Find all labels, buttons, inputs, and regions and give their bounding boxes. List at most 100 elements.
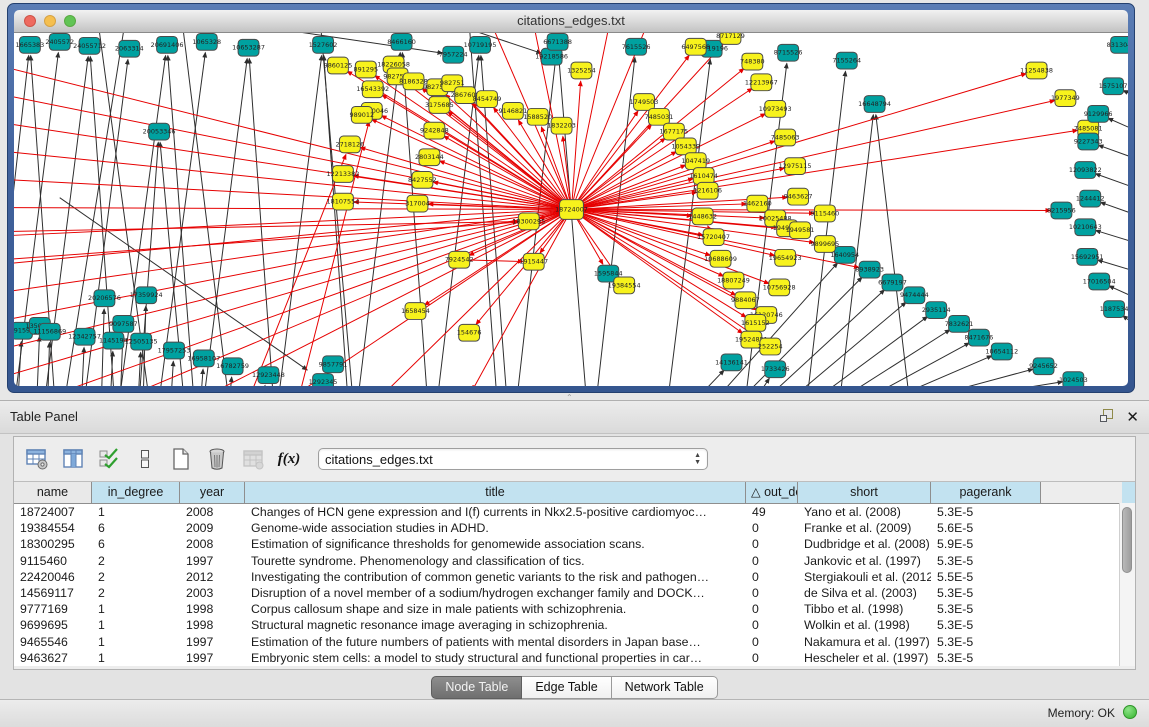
cell-out_degree[interactable]: 0 bbox=[746, 617, 798, 633]
vertical-scrollbar[interactable] bbox=[1119, 503, 1135, 666]
cell-name[interactable]: 9463627 bbox=[14, 650, 92, 666]
function-builder-icon[interactable]: f(x) bbox=[276, 446, 302, 472]
graph-node[interactable]: 1749503 bbox=[630, 94, 659, 111]
graph-node[interactable]: 6671388 bbox=[543, 33, 572, 50]
citation-edge-black[interactable] bbox=[1108, 118, 1128, 133]
graph-node[interactable]: 8466160 bbox=[387, 33, 416, 50]
graph-node[interactable]: 1733426 bbox=[761, 361, 790, 378]
citation-edge-red[interactable] bbox=[571, 210, 774, 256]
graph-node[interactable]: 8313044 bbox=[1107, 36, 1128, 53]
citation-edge-black[interactable] bbox=[790, 302, 906, 386]
citation-edge-black[interactable] bbox=[180, 33, 228, 386]
table-settings-icon[interactable] bbox=[24, 446, 50, 472]
cell-in_degree[interactable]: 1 bbox=[92, 650, 180, 666]
graph-node[interactable]: 1024503 bbox=[1059, 372, 1088, 386]
citation-edge-black[interactable] bbox=[1098, 260, 1128, 274]
citation-edge-red[interactable] bbox=[385, 210, 571, 387]
graph-node[interactable]: 10654112 bbox=[985, 343, 1018, 360]
graph-node[interactable]: 1658454 bbox=[401, 303, 430, 320]
graph-node[interactable]: 8471676 bbox=[965, 329, 994, 346]
cell-year[interactable]: 1997 bbox=[180, 553, 245, 569]
citation-edge-black[interactable] bbox=[168, 56, 194, 386]
graph-node[interactable]: 9115460 bbox=[811, 205, 840, 222]
graph-node[interactable]: 7485063 bbox=[771, 129, 800, 146]
graph-node[interactable]: 7832621 bbox=[945, 315, 974, 332]
cell-name[interactable]: 9699695 bbox=[14, 617, 92, 633]
graph-node[interactable]: 9463627 bbox=[784, 188, 813, 205]
table-row[interactable]: 946554611997Estimation of the future num… bbox=[14, 634, 1135, 650]
graph-node[interactable]: 8454749 bbox=[473, 91, 502, 108]
cell-out_degree[interactable]: 49 bbox=[746, 504, 798, 520]
citation-edge-red[interactable] bbox=[14, 208, 571, 210]
graph-node[interactable]: 1610474 bbox=[689, 168, 718, 185]
graph-node[interactable]: 8715526 bbox=[774, 44, 803, 61]
cell-title[interactable]: Corpus callosum shape and size in male p… bbox=[245, 601, 746, 617]
table-selector-dropdown[interactable]: citations_edges.txt ▲▼ bbox=[318, 448, 708, 470]
cell-out_degree[interactable]: 0 bbox=[746, 601, 798, 617]
citation-edge-red[interactable] bbox=[14, 62, 571, 209]
graph-node[interactable]: 2063314 bbox=[115, 40, 144, 57]
table-row[interactable]: 946362711997Embryonic stem cells: a mode… bbox=[14, 650, 1135, 666]
cell-in_degree[interactable]: 6 bbox=[92, 536, 180, 552]
graph-node[interactable]: 14136141 bbox=[715, 354, 748, 371]
show-columns-icon[interactable] bbox=[60, 446, 86, 472]
cell-pagerank[interactable]: 5.3E-5 bbox=[931, 650, 1041, 666]
tab-edge-table[interactable]: Edge Table bbox=[522, 676, 611, 699]
cell-name[interactable]: 9115460 bbox=[14, 553, 92, 569]
tab-node-table[interactable]: Node Table bbox=[431, 676, 522, 699]
cell-name[interactable]: 9777169 bbox=[14, 601, 92, 617]
graph-node[interactable]: 15692951 bbox=[1071, 248, 1104, 265]
cell-pagerank[interactable]: 5.3E-5 bbox=[931, 634, 1041, 650]
cell-short[interactable]: Tibbo et al. (1998) bbox=[798, 601, 931, 617]
graph-node[interactable]: 8215956 bbox=[1047, 202, 1076, 219]
cell-title[interactable]: Investigating the contribution of common… bbox=[245, 569, 746, 585]
cell-title[interactable]: Genome-wide association studies in ADHD. bbox=[245, 520, 746, 536]
cell-name[interactable]: 19384554 bbox=[14, 520, 92, 536]
citation-edge-red[interactable] bbox=[472, 210, 571, 387]
graph-node[interactable]: 12505135 bbox=[125, 333, 158, 350]
zoom-window-button[interactable] bbox=[64, 15, 76, 27]
citation-edge-black[interactable] bbox=[1123, 316, 1128, 331]
cell-out_degree[interactable]: 0 bbox=[746, 520, 798, 536]
citation-edge-black[interactable] bbox=[865, 343, 970, 386]
graph-node[interactable]: 15720407 bbox=[697, 229, 730, 246]
column-header-title[interactable]: title bbox=[245, 482, 746, 503]
citation-edge-black[interactable] bbox=[48, 343, 50, 386]
citation-edge-red[interactable] bbox=[14, 210, 571, 266]
graph-node[interactable]: 10756928 bbox=[763, 279, 796, 296]
citation-edge-black[interactable] bbox=[1101, 202, 1128, 217]
cell-short[interactable]: Dudbridge et al. (2008) bbox=[798, 536, 931, 552]
tab-network-table[interactable]: Network Table bbox=[612, 676, 718, 699]
table-row[interactable]: 1872400712008Changes of HCN gene express… bbox=[14, 504, 1135, 520]
graph-node[interactable]: 2405572 bbox=[45, 33, 74, 50]
graph-node[interactable]: 12093822 bbox=[1069, 162, 1102, 179]
graph-node[interactable]: 1677175 bbox=[659, 123, 688, 140]
graph-node[interactable]: 24055712 bbox=[73, 37, 106, 54]
cell-pagerank[interactable]: 5.6E-5 bbox=[931, 520, 1041, 536]
row-height-icon[interactable] bbox=[132, 446, 158, 472]
citation-edge-black[interactable] bbox=[1099, 145, 1128, 161]
table-row[interactable]: 1830029562008Estimation of significance … bbox=[14, 536, 1135, 552]
graph-node[interactable]: 9899695 bbox=[811, 236, 840, 253]
graph-node[interactable]: 252254 bbox=[758, 338, 783, 355]
graph-node[interactable]: 989012 bbox=[350, 106, 375, 123]
graph-node[interactable]: 10688609 bbox=[704, 250, 737, 267]
cell-name[interactable]: 14569117 bbox=[14, 585, 92, 601]
citation-edge-red[interactable] bbox=[14, 222, 518, 233]
cell-in_degree[interactable]: 2 bbox=[92, 585, 180, 601]
citation-edge-black[interactable] bbox=[596, 58, 635, 386]
cell-pagerank[interactable]: 5.9E-5 bbox=[931, 536, 1041, 552]
cell-short[interactable]: Jankovic et al. (1997) bbox=[798, 553, 931, 569]
citation-edge-black[interactable] bbox=[696, 370, 724, 386]
citation-edge-red[interactable] bbox=[571, 130, 1077, 209]
cell-pagerank[interactable]: 5.3E-5 bbox=[931, 601, 1041, 617]
graph-node[interactable]: 1292345 bbox=[309, 374, 338, 386]
citation-edge-red[interactable] bbox=[571, 33, 656, 210]
citation-edge-black[interactable] bbox=[201, 369, 203, 386]
citation-edge-black[interactable] bbox=[18, 342, 21, 386]
graph-node[interactable]: 1065328 bbox=[192, 33, 221, 50]
cell-in_degree[interactable]: 1 bbox=[92, 601, 180, 617]
graph-node[interactable]: 9242848 bbox=[420, 122, 449, 139]
graph-node[interactable]: 12975115 bbox=[779, 158, 812, 175]
graph-node[interactable]: 18107554 bbox=[327, 193, 360, 210]
